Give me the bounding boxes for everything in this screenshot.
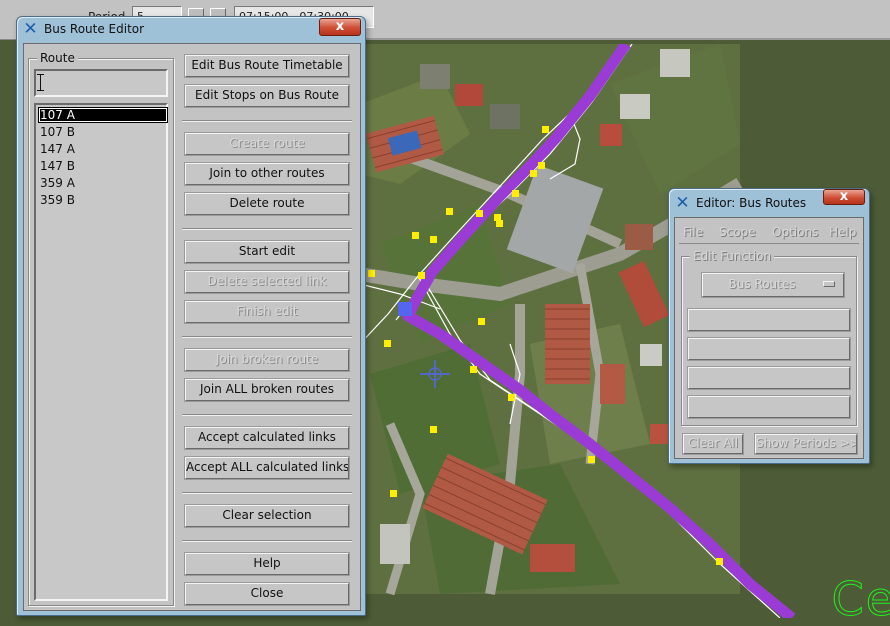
bus-route-editor-client: Route 107 A 107 B 147 A 147 B 359 A 359 … <box>23 43 361 611</box>
finish-edit-button[interactable]: Finish edit <box>185 301 349 323</box>
edit-stops-button[interactable]: Edit Stops on Bus Route <box>185 85 349 107</box>
clear-selection-button[interactable]: Clear selection <box>185 505 349 527</box>
separator <box>182 492 352 494</box>
menu-scope[interactable]: Scope <box>719 225 756 239</box>
route-search-input[interactable] <box>34 69 168 97</box>
option-menu-indicator-icon <box>823 281 835 287</box>
bus-route-editor-window: ✕ Bus Route Editor x Route 107 A 107 B 1… <box>16 16 366 616</box>
delete-selected-link-button[interactable]: Delete selected link <box>185 271 349 293</box>
join-all-broken-routes-button[interactable]: Join ALL broken routes <box>185 379 349 401</box>
edit-function-select[interactable]: Bus Routes <box>702 273 844 297</box>
menu-help[interactable]: Help <box>829 225 856 239</box>
join-other-routes-button[interactable]: Join to other routes <box>185 163 349 185</box>
start-edit-button[interactable]: Start edit <box>185 241 349 263</box>
route-group: Route 107 A 107 B 147 A 147 B 359 A 359 … <box>28 51 174 606</box>
function-slot-button[interactable] <box>688 396 850 418</box>
editor-bus-routes-titlebar[interactable]: ✕ Editor: Bus Routes x <box>669 189 869 213</box>
clear-all-button[interactable]: Clear All <box>683 434 743 454</box>
editor-bus-routes-client: File Scope Options Help Edit Function Bu… <box>674 217 864 459</box>
separator <box>182 228 352 230</box>
window-title: Bus Route Editor <box>44 22 145 36</box>
help-button[interactable]: Help <box>185 553 349 575</box>
route-list-item[interactable]: 359 B <box>38 192 75 208</box>
route-list-item[interactable]: 359 A <box>38 175 75 191</box>
edit-function-value: Bus Routes <box>728 277 796 291</box>
app-logo-icon: ✕ <box>23 19 38 39</box>
separator <box>182 540 352 542</box>
route-list-item[interactable]: 107 B <box>38 124 75 140</box>
text-cursor-icon <box>37 74 47 91</box>
window-close-button[interactable]: x <box>319 18 361 36</box>
close-button[interactable]: Close <box>185 583 349 605</box>
join-broken-route-button[interactable]: Join broken route <box>185 349 349 371</box>
route-list[interactable]: 107 A 107 B 147 A 147 B 359 A 359 B <box>34 103 168 601</box>
route-list-item[interactable]: 147 B <box>38 158 75 174</box>
edit-timetable-button[interactable]: Edit Bus Route Timetable <box>185 55 349 77</box>
route-list-item[interactable]: 107 A <box>38 107 168 123</box>
edit-function-group: Edit Function Bus Routes <box>681 249 857 426</box>
menu-bar: File Scope Options Help <box>679 220 859 244</box>
menu-file[interactable]: File <box>683 225 703 239</box>
app-logo-icon: ✕ <box>675 193 690 213</box>
function-slot-button[interactable] <box>688 338 850 360</box>
bus-route-editor-titlebar[interactable]: ✕ Bus Route Editor x <box>17 17 365 41</box>
function-slot-button[interactable] <box>688 367 850 389</box>
separator <box>182 414 352 416</box>
edit-function-title: Edit Function <box>690 249 775 263</box>
editor-bus-routes-window: ✕ Editor: Bus Routes x File Scope Option… <box>668 188 870 464</box>
separator <box>182 336 352 338</box>
delete-route-button[interactable]: Delete route <box>185 193 349 215</box>
route-list-item[interactable]: 147 A <box>38 141 75 157</box>
show-periods-button[interactable]: Show Periods >> <box>755 434 857 454</box>
separator <box>182 120 352 122</box>
window-close-button[interactable]: x <box>823 189 865 205</box>
window-title: Editor: Bus Routes <box>696 196 807 210</box>
accept-all-calculated-links-button[interactable]: Accept ALL calculated links <box>185 457 349 479</box>
toolbar-divider <box>366 38 890 40</box>
function-slot-button[interactable] <box>688 309 850 331</box>
create-route-button[interactable]: Create route <box>185 133 349 155</box>
menu-options[interactable]: Options <box>772 225 818 239</box>
route-group-title: Route <box>37 51 78 65</box>
accept-calculated-links-button[interactable]: Accept calculated links <box>185 427 349 449</box>
